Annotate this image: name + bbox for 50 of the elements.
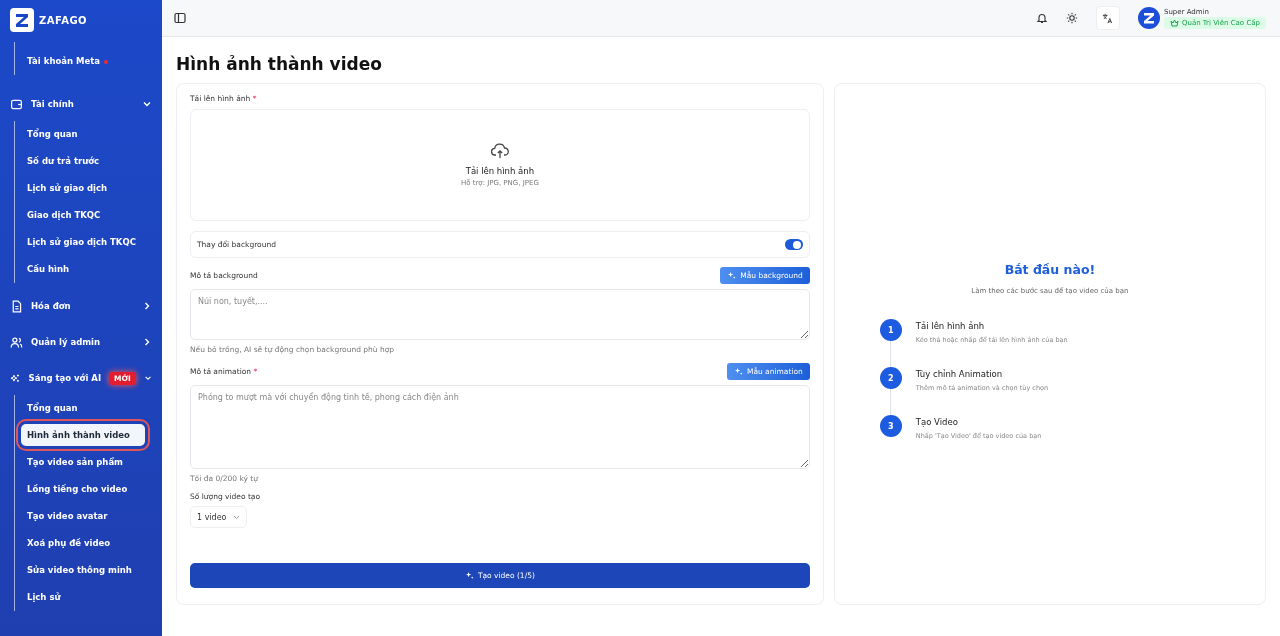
sidebar-item[interactable]: Tạo video sản phẩm bbox=[21, 449, 145, 476]
brand-name: ZAFAGO bbox=[39, 14, 88, 26]
toggle-switch[interactable] bbox=[784, 239, 803, 250]
sidebar-item[interactable]: Tạo video avatar bbox=[21, 503, 145, 530]
step-number: 1 bbox=[879, 319, 902, 341]
step-title: Tùy chỉnh Animation bbox=[915, 369, 1004, 379]
cloud-upload-icon bbox=[490, 143, 509, 159]
sparkle-icon bbox=[464, 571, 474, 580]
sidebar-item[interactable]: Lịch sử bbox=[21, 584, 145, 611]
sidebar-toggle-icon[interactable] bbox=[174, 12, 186, 24]
sidebar-item[interactable]: Tổng quan bbox=[21, 121, 145, 148]
chevron-icon bbox=[142, 301, 152, 311]
step-number: 3 bbox=[879, 415, 902, 437]
users-icon bbox=[10, 335, 23, 349]
chevron-icon bbox=[233, 514, 240, 520]
sidebar-item[interactable]: Tổng quan bbox=[21, 395, 145, 422]
document-icon bbox=[10, 299, 23, 313]
sidebar-item[interactable]: Xoá phụ đề video bbox=[21, 530, 145, 557]
sparkle-icon bbox=[727, 271, 737, 280]
language-button[interactable] bbox=[1095, 6, 1120, 30]
count-dropdown[interactable]: 1 video bbox=[190, 506, 247, 528]
sparkle-icon bbox=[10, 371, 21, 385]
animation-field[interactable]: Phóng to mượt mà với chuyển động tinh tế, phong cách điện ảnh bbox=[190, 385, 810, 469]
translate-icon bbox=[1102, 12, 1114, 24]
sidebar-item[interactable]: Sửa video thông minh bbox=[21, 557, 145, 584]
sidebar-item[interactable]: Số dư trả trước bbox=[21, 148, 145, 175]
avatar-icon[interactable] bbox=[1137, 7, 1160, 29]
sidebar-item[interactable]: Lồng tiếng cho video bbox=[21, 476, 145, 503]
guide-title: Bắt đầu nào! bbox=[1004, 262, 1096, 277]
step-number: 2 bbox=[879, 367, 902, 389]
step-title: Tải lên hình ảnh bbox=[915, 321, 986, 331]
theme-icon[interactable] bbox=[1065, 12, 1078, 24]
sidebar-item[interactable]: Lịch sử giao dịch TKQC bbox=[21, 229, 145, 256]
upload-title: Tải lên hình ảnh bbox=[465, 166, 535, 176]
sidebar-item[interactable]: Tài khoản Meta bbox=[21, 48, 145, 75]
notification-icon[interactable] bbox=[1035, 12, 1048, 24]
sidebar-group[interactable]: Tài chính bbox=[0, 87, 162, 121]
page-title: Hình ảnh thành video bbox=[176, 54, 383, 74]
wallet-icon bbox=[10, 97, 23, 111]
step-title: Tạo Video bbox=[915, 417, 959, 427]
sparkle-icon bbox=[733, 367, 743, 376]
background-field[interactable]: Núi non, tuyết,.... bbox=[190, 289, 810, 340]
sidebar-item[interactable]: Lịch sử giao dịch bbox=[21, 175, 145, 202]
chevron-icon bbox=[142, 337, 152, 347]
chevron-icon bbox=[142, 99, 152, 109]
sidebar-group[interactable]: Quản lý admin bbox=[0, 325, 162, 359]
logo-icon bbox=[10, 8, 34, 32]
sidebar-item[interactable]: Giao dịch TKQC bbox=[21, 202, 145, 229]
sidebar-group[interactable]: Hóa đơn bbox=[0, 289, 162, 323]
sidebar-item[interactable]: Cấu hình bbox=[21, 256, 145, 283]
